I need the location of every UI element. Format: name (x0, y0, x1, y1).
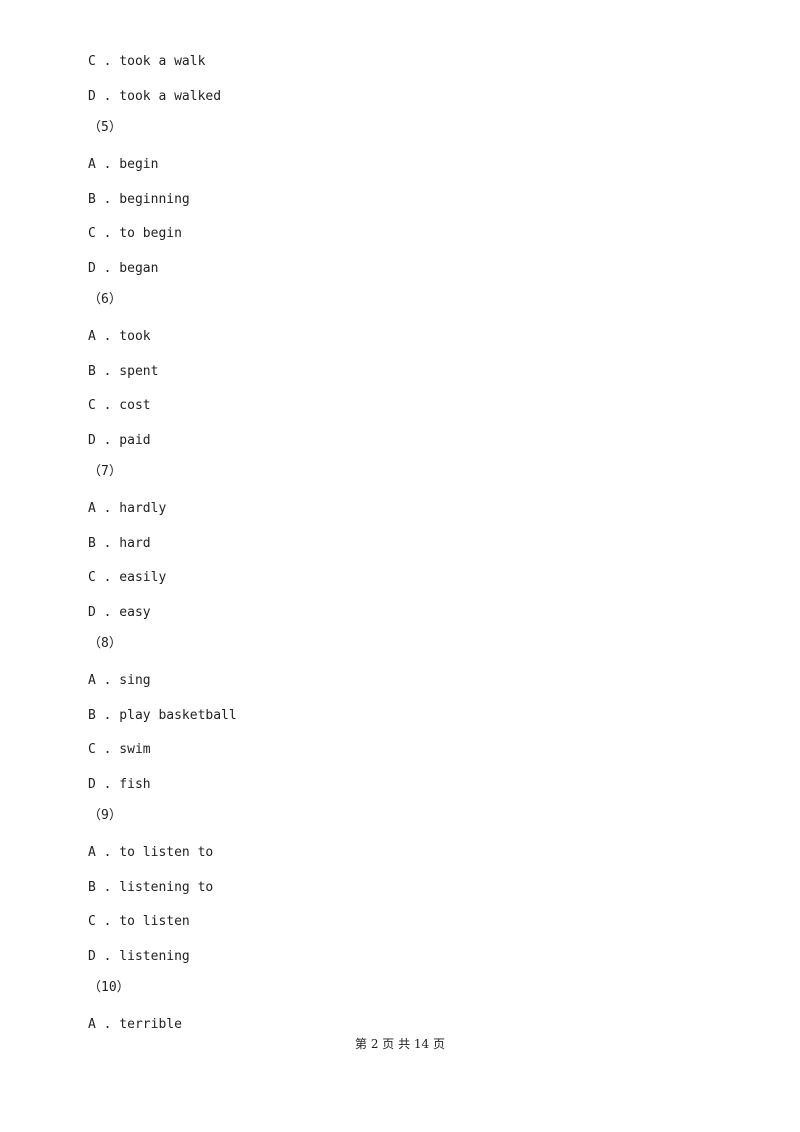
answer-option: C . took a walk (88, 54, 206, 69)
answer-option: A . terrible (88, 1017, 182, 1032)
question-number: （8） (88, 636, 122, 651)
question-number: （6） (88, 292, 122, 307)
answer-option: C . swim (88, 742, 151, 757)
answer-option: C . to begin (88, 226, 182, 241)
answer-option: B . play basketball (88, 708, 237, 723)
answer-option: C . to listen (88, 914, 190, 929)
answer-option: A . hardly (88, 501, 167, 516)
answer-option: D . took a walked (88, 89, 222, 104)
answer-option: D . paid (88, 433, 151, 448)
answer-option: B . listening to (88, 880, 214, 895)
answer-option: D . began (88, 261, 159, 276)
answer-option: A . to listen to (88, 845, 214, 860)
answer-option: D . listening (88, 949, 190, 964)
answer-option: D . easy (88, 605, 151, 620)
question-number: （7） (88, 464, 122, 479)
question-number: （10） (88, 980, 130, 995)
answer-option: B . hard (88, 536, 151, 551)
answer-option: C . easily (88, 570, 167, 585)
answer-option: A . took (88, 329, 151, 344)
question-number: （5） (88, 120, 122, 135)
answer-option: A . sing (88, 673, 151, 688)
answer-option: D . fish (88, 777, 151, 792)
answer-option: B . beginning (88, 192, 190, 207)
answer-option: C . cost (88, 398, 151, 413)
page-footer: 第 2 页 共 14 页 (355, 1037, 445, 1051)
answer-option: B . spent (88, 364, 159, 379)
answer-option: A . begin (88, 157, 159, 172)
question-number: （9） (88, 808, 122, 823)
